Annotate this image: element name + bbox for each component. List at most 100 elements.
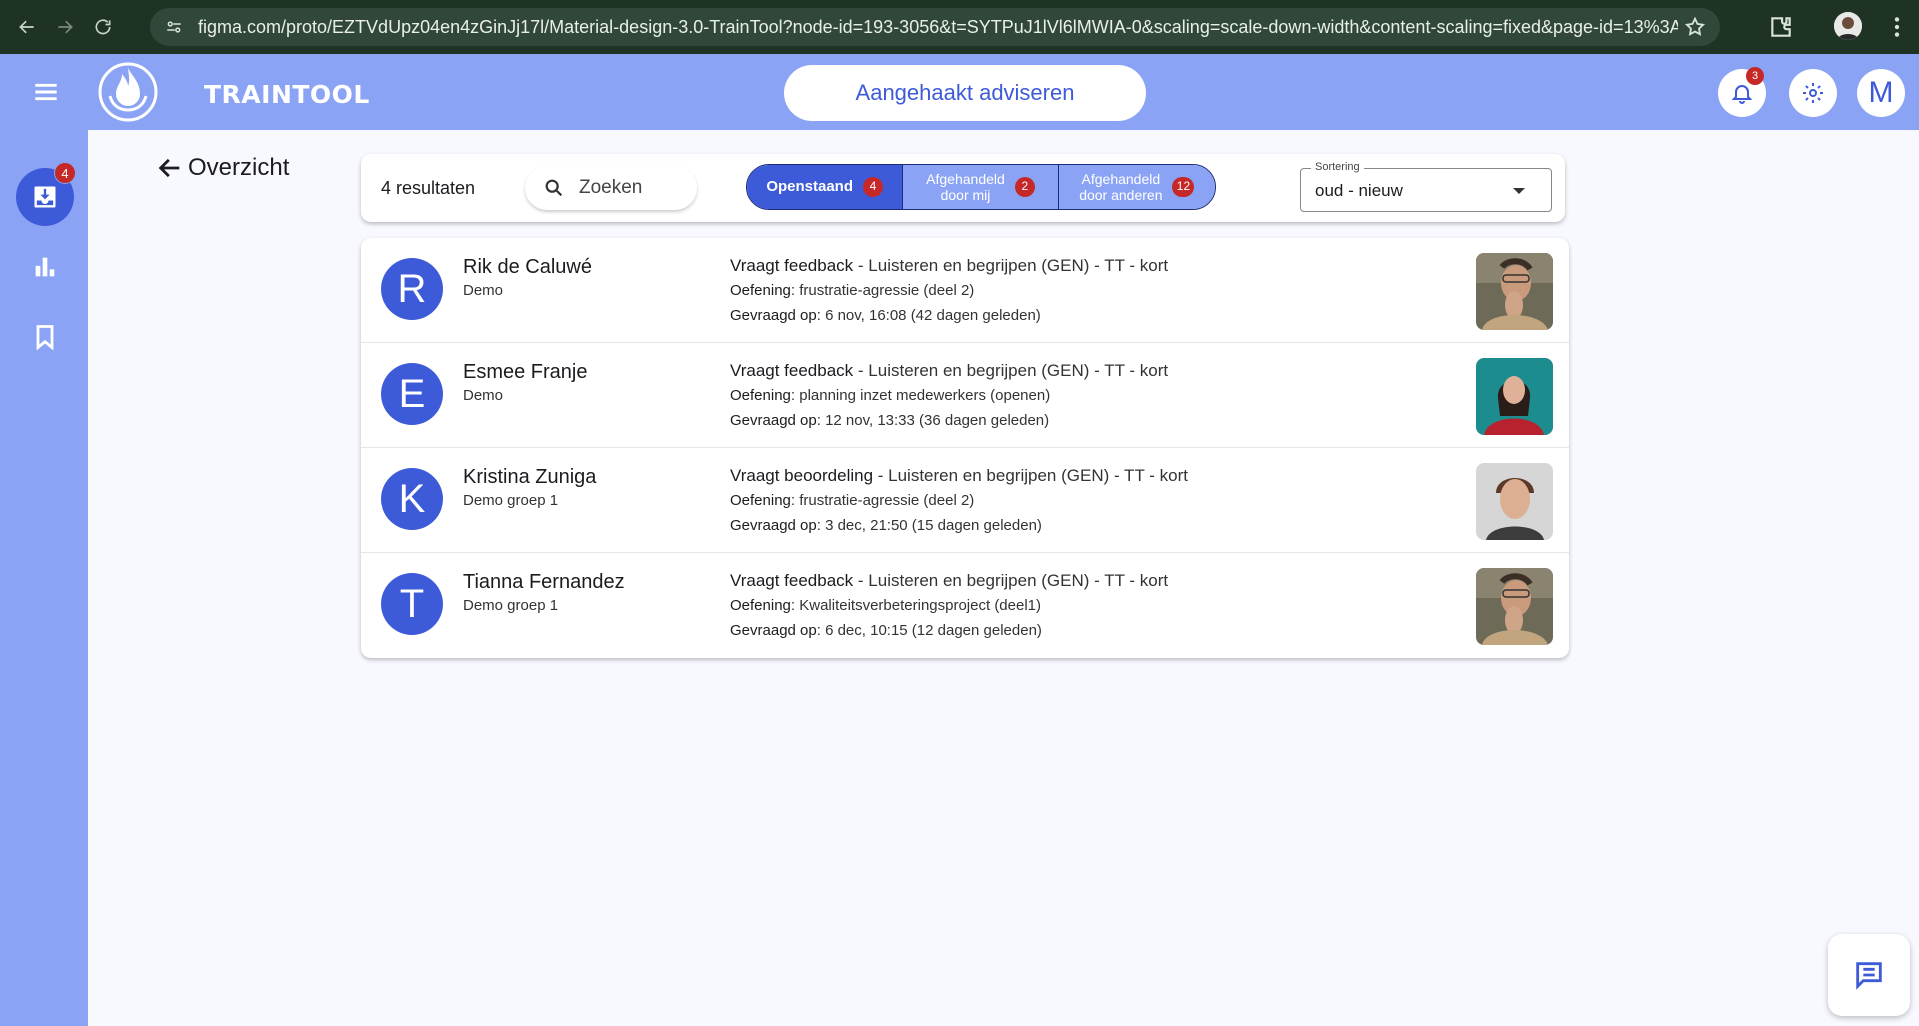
sidebar-item-inbox[interactable]: 4: [16, 162, 76, 226]
sidebar-item-bookmarks[interactable]: [16, 308, 74, 366]
request-line: Vraagt beoordeling - Luisteren en begrij…: [730, 466, 1188, 486]
date-line: Gevraagd op: 12 nov, 13:33 (36 dagen gel…: [730, 412, 1049, 429]
tab-label: Afgehandeld door anderen: [1079, 171, 1162, 203]
video-thumbnail[interactable]: [1476, 358, 1553, 435]
exercise-value: : frustratie-agressie (deel 2): [790, 282, 975, 299]
date-value: : 3 dec, 21:50 (15 dagen geleden): [816, 517, 1042, 534]
tab-count-badge: 12: [1172, 177, 1195, 197]
site-settings-icon[interactable]: [164, 17, 184, 37]
chat-button[interactable]: [1828, 934, 1910, 1016]
person-name: Rik de Caluwé: [463, 256, 592, 278]
notifications-button[interactable]: 3: [1718, 67, 1766, 117]
app-header: TRAINTOOL Aangehaakt adviseren 3 M: [0, 54, 1919, 130]
person-group: Demo: [463, 282, 504, 299]
tab-label: Openstaand: [766, 178, 853, 196]
user-avatar-button[interactable]: M: [1857, 69, 1905, 117]
video-thumbnail[interactable]: [1476, 463, 1553, 540]
settings-button[interactable]: [1789, 69, 1837, 117]
person-name: Tianna Fernandez: [463, 571, 625, 593]
search-icon: [545, 179, 563, 197]
context-switcher-button[interactable]: Aangehaakt adviseren: [784, 65, 1146, 121]
request-type: Vraagt feedback: [730, 256, 854, 275]
date-line: Gevraagd op: 6 dec, 10:15 (12 dagen gele…: [730, 622, 1042, 639]
exercise-label: Oefening: [730, 492, 791, 509]
sort-select[interactable]: Sortering oud - nieuw: [1300, 161, 1552, 212]
back-arrow-icon[interactable]: [8, 8, 46, 46]
browser-profile-avatar[interactable]: [1834, 12, 1862, 40]
tab-afgehandeld-door-mij[interactable]: Afgehandeld door mij 2: [902, 165, 1058, 209]
inbox-download-icon: [34, 186, 56, 208]
back-to-overview-link[interactable]: Overzicht: [156, 154, 289, 182]
person-group: Demo: [463, 387, 504, 404]
traintool-logo[interactable]: TRAINTOOL: [98, 62, 369, 122]
person-name: Kristina Zuniga: [463, 466, 597, 488]
exercise-line: Oefening: frustratie-agressie (deel 2): [730, 282, 974, 299]
search-input[interactable]: [579, 177, 689, 199]
avatar: E: [381, 363, 443, 425]
tab-label-line1: Afgehandeld: [926, 170, 1005, 187]
exercise-line: Oefening: frustratie-agressie (deel 2): [730, 492, 974, 509]
date-label: Gevraagd op: [730, 517, 817, 534]
request-type: Vraagt beoordeling: [730, 466, 874, 485]
person-name: Esmee Franje: [463, 361, 588, 383]
brand-name: TRAINTOOL: [204, 80, 370, 109]
date-line: Gevraagd op: 6 nov, 16:08 (42 dagen gele…: [730, 307, 1041, 324]
tab-afgehandeld-door-anderen[interactable]: Afgehandeld door anderen 12: [1057, 165, 1215, 209]
list-item[interactable]: T Tianna Fernandez Demo groep 1 Vraagt f…: [361, 553, 1569, 658]
bell-icon: [1731, 85, 1753, 104]
reload-icon[interactable]: [84, 8, 122, 46]
date-label: Gevraagd op: [730, 622, 817, 639]
list-item[interactable]: K Kristina Zuniga Demo groep 1 Vraagt be…: [361, 448, 1569, 553]
filter-bar: 4 resultaten Openstaand 4 Afgehandelddoo…: [361, 154, 1565, 222]
forward-arrow-icon[interactable]: [46, 8, 84, 46]
bookmark-star-icon[interactable]: [1684, 16, 1706, 38]
exercise-value: : Kwaliteitsverbeteringsproject (deel1): [790, 597, 1042, 614]
list-item[interactable]: E Esmee Franje Demo Vraagt feedback - Lu…: [361, 343, 1569, 448]
bookmark-icon: [36, 325, 54, 351]
address-bar[interactable]: figma.com/proto/EZTVdUpz04en4zGinJj17l/M…: [150, 8, 1720, 46]
tab-label-line1: Afgehandeld: [1081, 170, 1161, 187]
exercise-line: Oefening: Kwaliteitsverbeteringsproject …: [730, 597, 1041, 614]
date-value: : 6 dec, 10:15 (12 dagen geleden): [816, 622, 1042, 639]
person-group: Demo groep 1: [463, 492, 559, 509]
avatar: R: [381, 258, 443, 320]
date-line: Gevraagd op: 3 dec, 21:50 (15 dagen gele…: [730, 517, 1042, 534]
sidebar-item-statistics[interactable]: [16, 238, 74, 296]
search-field[interactable]: [525, 166, 697, 210]
request-detail: - Luisteren en begrijpen (GEN) - TT - ko…: [853, 361, 1169, 380]
exercise-value: : planning inzet medewerkers (openen): [790, 387, 1051, 404]
video-thumbnail[interactable]: [1476, 568, 1553, 645]
request-detail: - Luisteren en begrijpen (GEN) - TT - ko…: [853, 256, 1169, 275]
request-line: Vraagt feedback - Luisteren en begrijpen…: [730, 361, 1168, 381]
status-tabs: Openstaand 4 Afgehandeld door mij 2 Afgeh…: [746, 164, 1216, 210]
arrow-left-icon: [158, 158, 180, 178]
video-thumbnail[interactable]: [1476, 253, 1553, 330]
tab-openstaand[interactable]: Openstaand 4: [747, 165, 903, 209]
back-label: Overzicht: [188, 154, 290, 181]
exercise-label: Oefening: [730, 387, 791, 404]
person-group: Demo groep 1: [463, 597, 559, 614]
notification-badge: 3: [1746, 67, 1764, 85]
date-value: : 12 nov, 13:33 (36 dagen geleden): [816, 412, 1050, 429]
browser-menu-icon[interactable]: [1884, 14, 1910, 40]
menu-icon[interactable]: [30, 76, 62, 108]
request-line: Vraagt feedback - Luisteren en begrijpen…: [730, 571, 1168, 591]
inbox-badge: 4: [54, 162, 76, 184]
browser-toolbar: figma.com/proto/EZTVdUpz04en4zGinJj17l/M…: [0, 0, 1919, 54]
sort-label: Sortering: [1311, 161, 1364, 173]
list-item[interactable]: R Rik de Caluwé Demo Vraagt feedback - L…: [361, 238, 1569, 343]
url-text: figma.com/proto/EZTVdUpz04en4zGinJj17l/M…: [198, 16, 1678, 37]
request-detail: - Luisteren en begrijpen (GEN) - TT - ko…: [873, 466, 1188, 485]
request-type: Vraagt feedback: [730, 571, 854, 590]
flame-logo-icon: [98, 62, 158, 122]
request-type: Vraagt feedback: [730, 361, 854, 380]
exercise-label: Oefening: [730, 282, 791, 299]
tab-count-badge: 4: [863, 177, 883, 197]
tab-label-line2: door anderen: [1079, 187, 1163, 203]
request-line: Vraagt feedback - Luisteren en begrijpen…: [730, 256, 1168, 276]
extensions-icon[interactable]: [1768, 14, 1794, 40]
date-label: Gevraagd op: [730, 412, 817, 429]
exercise-label: Oefening: [730, 597, 791, 614]
request-list: R Rik de Caluwé Demo Vraagt feedback - L…: [361, 238, 1569, 658]
avatar: T: [381, 573, 443, 635]
